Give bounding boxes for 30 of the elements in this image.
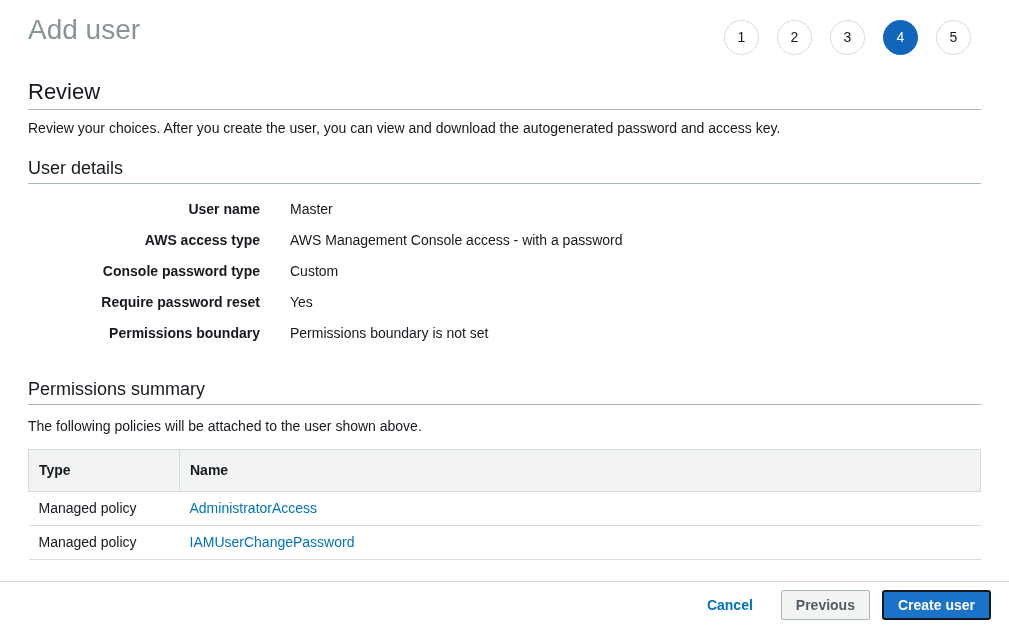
step-indicator[interactable]: 4 [883,20,918,55]
section-heading: Review [28,79,981,110]
detail-value: Master [290,200,333,219]
section-heading: Permissions summary [28,378,981,405]
section-heading: User details [28,157,981,184]
detail-label: Console password type [102,263,260,279]
previous-button[interactable]: Previous [780,590,870,620]
detail-label: Permissions boundary [109,325,260,341]
column-header: Type [28,449,180,492]
step-indicator[interactable]: 2 [777,20,812,55]
policy-link[interactable]: IAMUserChangePassword [189,534,355,550]
table-cell: Managed policy [28,525,180,560]
create-user-button[interactable]: Create user [881,590,991,620]
page-title: Add user [28,14,141,46]
detail-value: Permissions boundary is not set [290,324,489,343]
detail-label: AWS access type [144,232,260,248]
detail-value: Yes [290,293,313,312]
detail-value: Custom [290,262,339,281]
detail-label: User name [188,201,260,217]
table-cell: Managed policy [28,491,180,526]
permissions-description: The following policies will be attached to the user shown above. [28,417,423,436]
review-description: Review your choices. After you create the user, you can view and download the autogenerated password and access key. [28,119,782,138]
policy-link[interactable]: AdministratorAccess [189,500,318,516]
step-indicator[interactable]: 1 [724,20,759,55]
step-indicator[interactable]: 5 [936,20,971,55]
detail-value: AWS Management Console access - with a password [290,231,623,250]
cancel-link[interactable]: Cancel [690,594,769,616]
step-indicator[interactable]: 3 [830,20,865,55]
detail-label: Require password reset [101,294,260,310]
column-header: Name [179,449,981,492]
